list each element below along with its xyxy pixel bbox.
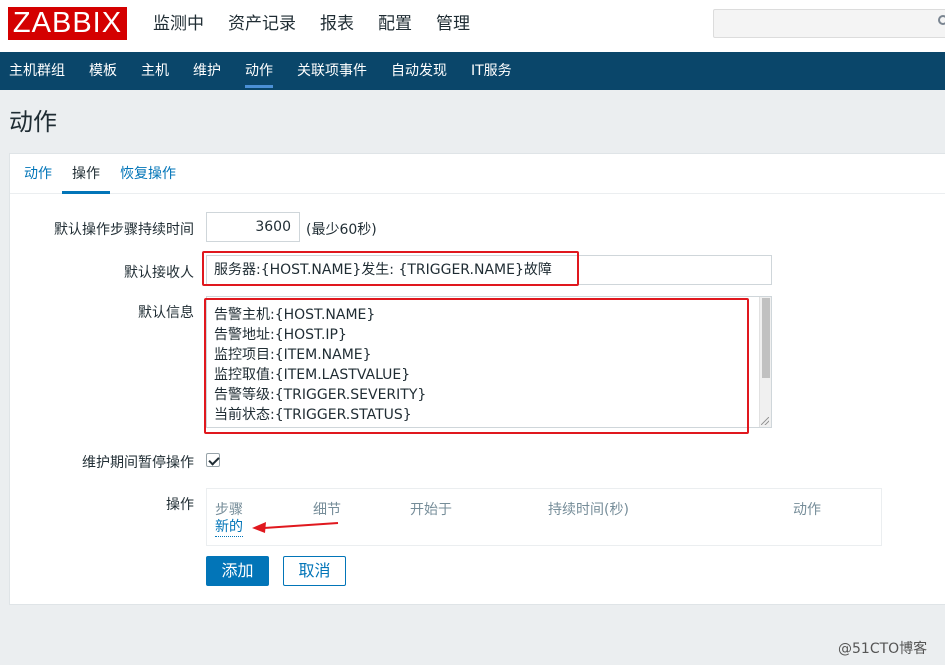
operations-label: 操作 (166, 497, 194, 513)
col-start-in: 开始于 (410, 502, 452, 518)
step-duration-input[interactable]: 3600 (206, 212, 300, 242)
pause-maintenance-label: 维护期间暂停操作 (82, 455, 194, 471)
default-recipient-input[interactable]: 服务器:{HOST.NAME}发生: {TRIGGER.NAME}故障 (206, 255, 772, 285)
page-title: 动作 (9, 108, 57, 136)
message-line: 当前状态:{TRIGGER.STATUS} (214, 407, 412, 423)
col-details: 细节 (313, 502, 341, 518)
step-duration-label: 默认操作步骤持续时间 (54, 222, 194, 238)
tab-recovery-operations[interactable]: 恢复操作 (110, 154, 186, 193)
main-menu-administration[interactable]: 管理 (424, 0, 482, 52)
search-input[interactable] (713, 9, 945, 38)
sub-menu-hosts[interactable]: 主机 (129, 52, 181, 90)
col-action: 动作 (793, 502, 821, 518)
message-line: 告警等级:{TRIGGER.SEVERITY} (214, 387, 427, 403)
search-icon[interactable] (938, 15, 945, 25)
operations-table: 步骤 细节 开始于 持续时间(秒) 动作 新的 (206, 488, 882, 546)
sub-menu-it-services[interactable]: IT服务 (459, 52, 524, 90)
resize-grip-icon[interactable] (761, 417, 769, 425)
default-recipient-label: 默认接收人 (124, 265, 194, 281)
sub-menu-maintenance[interactable]: 维护 (181, 52, 233, 90)
add-button[interactable]: 添加 (206, 556, 269, 586)
action-form-card: 动作 操作 恢复操作 默认操作步骤持续时间 3600 (最少60秒) 默认接收人… (9, 153, 945, 605)
main-menu-monitoring[interactable]: 监测中 (141, 0, 216, 52)
message-line: 告警地址:{HOST.IP} (214, 327, 347, 343)
col-duration: 持续时间(秒) (548, 502, 629, 518)
scrollbar-thumb[interactable] (762, 298, 770, 378)
default-message-label: 默认信息 (138, 305, 194, 321)
pause-maintenance-checkbox[interactable] (206, 453, 220, 467)
sub-menu: 主机群组 模板 主机 维护 动作 关联项事件 自动发现 IT服务 (0, 52, 945, 90)
sub-menu-discovery[interactable]: 自动发现 (379, 52, 459, 90)
default-message-textarea[interactable]: 告警主机:{HOST.NAME} 告警地址:{HOST.IP} 监控项目:{IT… (206, 296, 772, 428)
step-duration-hint: (最少60秒) (306, 222, 377, 238)
tab-operations[interactable]: 操作 (62, 154, 110, 194)
tab-action[interactable]: 动作 (14, 154, 62, 193)
main-menu-configuration[interactable]: 配置 (366, 0, 424, 52)
message-line: 告警主机:{HOST.NAME} (214, 307, 376, 323)
sub-menu-event-correlation[interactable]: 关联项事件 (285, 52, 379, 90)
cancel-button[interactable]: 取消 (283, 556, 346, 586)
message-line: 监控项目:{ITEM.NAME} (214, 347, 372, 363)
annotation-arrow-icon (252, 522, 339, 533)
main-menu-reports[interactable]: 报表 (308, 0, 366, 52)
top-bar: ZABBIX 监测中 资产记录 报表 配置 管理 (0, 0, 945, 52)
watermark: @51CTO博客 (838, 641, 928, 657)
message-scrollbar[interactable] (759, 297, 771, 427)
sub-menu-templates[interactable]: 模板 (77, 52, 129, 90)
sub-menu-host-groups[interactable]: 主机群组 (0, 52, 77, 90)
sub-menu-actions[interactable]: 动作 (233, 52, 285, 90)
col-step: 步骤 (215, 502, 243, 518)
main-menu: 监测中 资产记录 报表 配置 管理 (141, 0, 482, 52)
zabbix-logo[interactable]: ZABBIX (8, 7, 127, 40)
form-tabs: 动作 操作 恢复操作 (10, 154, 945, 194)
main-menu-inventory[interactable]: 资产记录 (216, 0, 308, 52)
message-line: 监控取值:{ITEM.LASTVALUE} (214, 367, 411, 383)
new-operation-link[interactable]: 新的 (215, 519, 243, 537)
